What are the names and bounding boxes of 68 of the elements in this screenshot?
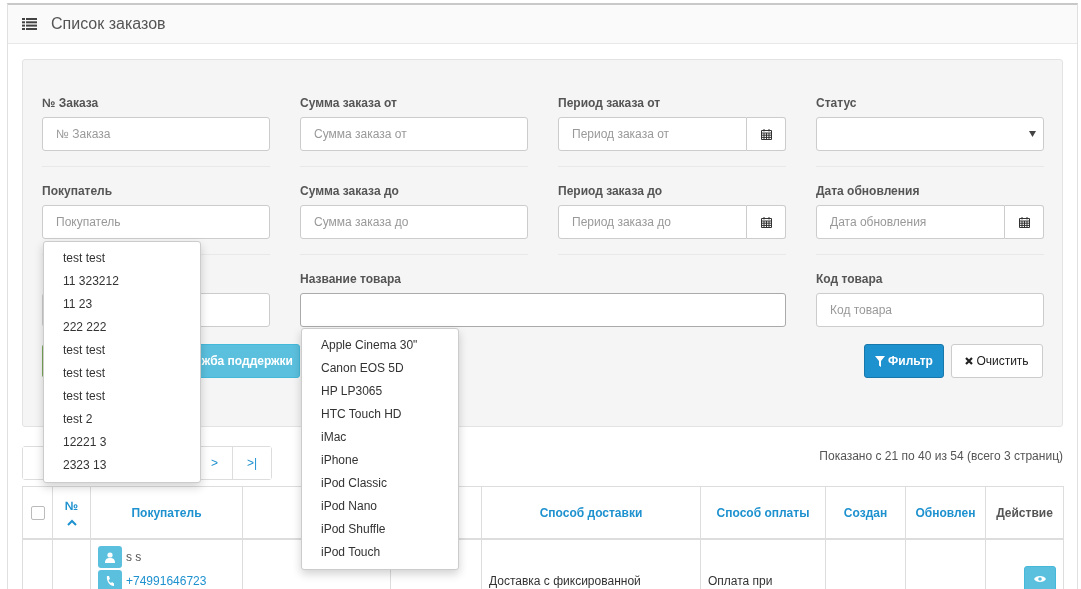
- suggestion-item[interactable]: Canon EOS 5D: [302, 357, 458, 380]
- suggestion-item[interactable]: iPod Nano: [302, 495, 458, 518]
- phone-button[interactable]: [98, 570, 122, 589]
- field-label: Код товара: [816, 272, 883, 286]
- suggestion-item[interactable]: 11 323212: [44, 270, 200, 293]
- table-cell: Доставка с фиксированной: [489, 574, 641, 588]
- calendar-button[interactable]: [1005, 205, 1044, 239]
- input-field[interactable]: Код товара: [816, 293, 1044, 327]
- list-icon: [22, 18, 37, 30]
- calendar-icon: [760, 216, 772, 228]
- suggestion-item[interactable]: HTC Touch HD: [302, 403, 458, 426]
- date-field[interactable]: Период заказа до: [558, 205, 747, 239]
- suggestion-item[interactable]: iPod Touch: [302, 541, 458, 564]
- results-summary: Показано с 21 по 40 из 54 (всего 3 страниц): [819, 449, 1063, 465]
- suggestion-item[interactable]: 11 23: [44, 293, 200, 316]
- suggestion-item[interactable]: iPod Shuffle: [302, 518, 458, 541]
- phone-icon: [106, 575, 114, 587]
- suggestion-item[interactable]: test 2: [44, 408, 200, 431]
- close-icon: [965, 357, 974, 365]
- date-field[interactable]: Дата обновления: [816, 205, 1005, 239]
- sort-up-icon: [66, 519, 77, 526]
- input-field[interactable]: Покупатель: [42, 205, 270, 239]
- input-field[interactable]: Сумма заказа от: [300, 117, 528, 151]
- customer-name: s s: [126, 550, 142, 564]
- field-label: Сумма заказа от: [300, 96, 397, 110]
- phone-link[interactable]: +74991646723: [126, 574, 207, 588]
- suggestion-item[interactable]: test test: [44, 385, 200, 408]
- caret-icon: [1029, 131, 1036, 137]
- view-button[interactable]: [1024, 566, 1056, 589]
- date-field[interactable]: Период заказа от: [558, 117, 747, 151]
- suggestion-item[interactable]: Apple Cinema 30": [302, 334, 458, 357]
- column-header[interactable]: Создан: [843, 505, 888, 520]
- input-field[interactable]: Сумма заказа до: [300, 205, 528, 239]
- filter-icon: [875, 355, 886, 367]
- input-field[interactable]: № Заказа: [42, 117, 270, 151]
- column-header[interactable]: №: [64, 499, 79, 513]
- suggestion-item[interactable]: test test: [44, 247, 200, 270]
- field-label: Дата обновления: [816, 184, 920, 198]
- suggestion-item[interactable]: iPhone: [302, 449, 458, 472]
- suggestion-item[interactable]: HP LP3065: [302, 380, 458, 403]
- input-field[interactable]: [300, 293, 786, 327]
- calendar-button[interactable]: [747, 117, 786, 151]
- column-header[interactable]: Способ доставки: [539, 505, 643, 520]
- table-cell: Оплата при: [708, 574, 773, 588]
- customer-button[interactable]: [98, 546, 122, 568]
- calendar-icon: [1018, 216, 1030, 228]
- suggestion-item[interactable]: iMac: [302, 426, 458, 449]
- field-label: Период заказа до: [558, 184, 663, 198]
- column-header: Действие: [996, 505, 1053, 520]
- field-label: Период заказа от: [558, 96, 661, 110]
- column-header[interactable]: Покупатель: [131, 505, 202, 520]
- field-label: Название товара: [300, 272, 401, 286]
- clear-button[interactable]: Очистить: [951, 344, 1043, 378]
- field-label: Статус: [816, 96, 857, 110]
- calendar-icon: [760, 128, 772, 140]
- filter-button[interactable]: Фильтр: [864, 344, 944, 378]
- field-label: Сумма заказа до: [300, 184, 399, 198]
- status-select[interactable]: [816, 117, 1044, 151]
- suggestion-item[interactable]: 222 222: [44, 316, 200, 339]
- calendar-button[interactable]: [747, 205, 786, 239]
- eye-icon: [1034, 575, 1046, 583]
- user-icon: [105, 551, 115, 563]
- panel-title: Список заказов: [51, 15, 166, 33]
- page-link[interactable]: >|: [232, 447, 271, 479]
- select-all-checkbox[interactable]: [30, 505, 45, 520]
- suggestion-item[interactable]: iPod Classic: [302, 472, 458, 495]
- field-label: Покупатель: [42, 184, 113, 198]
- field-label: № Заказа: [42, 96, 99, 110]
